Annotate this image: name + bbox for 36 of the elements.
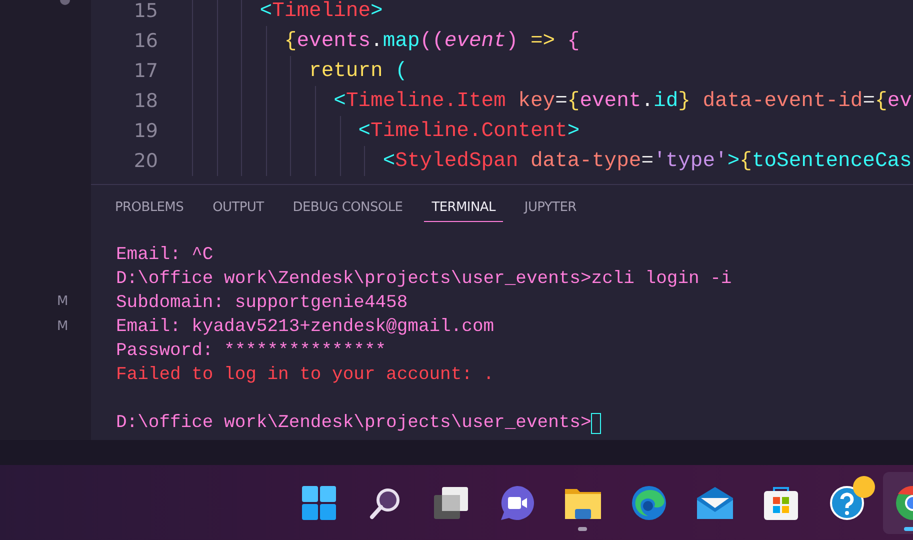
- line-number: 15: [132, 0, 158, 22]
- line-number: 16: [132, 30, 158, 52]
- code-line: <Timeline>: [258, 0, 383, 22]
- terminal-line: D:\office work\Zendesk\projects\user_events>: [116, 412, 592, 435]
- line-number: 17: [132, 60, 158, 82]
- notification-badge: [853, 476, 875, 498]
- cursor-icon: [591, 412, 602, 434]
- line-number: 18: [132, 90, 158, 112]
- windows-logo-icon: [301, 484, 337, 520]
- terminal-line: Failed to log in to your account: .: [116, 364, 494, 387]
- browser-wave-icon: [631, 484, 667, 520]
- panel-tab[interactable]: DEBUG CONSOLE: [284, 194, 411, 222]
- git-modified-marker: M: [57, 293, 68, 311]
- line-number: 19: [132, 120, 158, 142]
- terminal-line: Subdomain: supportgenie4458: [116, 292, 408, 315]
- panel-tab[interactable]: PROBLEMS: [107, 194, 192, 222]
- code-line: <StyledSpan data-type='type'>{toSentenceCas: [382, 150, 912, 172]
- code-line: <Timeline.Content>: [357, 120, 580, 142]
- panel-tab[interactable]: JUPYTER: [516, 194, 584, 222]
- code-line: <Timeline.Item key={event.id} data-event-id={ev: [332, 90, 912, 112]
- shopping-bag-icon: [763, 484, 799, 520]
- terminal-line: Email: ^C: [116, 244, 214, 267]
- running-indicator: [578, 526, 587, 530]
- panel-tab[interactable]: OUTPUT: [204, 194, 272, 222]
- terminal-line: Email: kyadav5213+zendesk@gmail.com: [116, 316, 494, 339]
- code-line: return (: [308, 60, 408, 82]
- panel-tab[interactable]: TERMINAL: [424, 194, 504, 222]
- task-view-icon: [433, 486, 469, 520]
- terminal-line: D:\office work\Zendesk\projects\user_events>zcli login -i: [116, 268, 732, 291]
- mail-icon: [696, 486, 734, 520]
- search-icon: [368, 486, 402, 520]
- terminal-line: Password: ***************: [116, 340, 386, 363]
- code-line: {events.map((event) => {: [283, 30, 580, 52]
- video-chat-icon: [499, 484, 535, 520]
- line-number: 20: [132, 150, 158, 172]
- git-modified-marker: M: [57, 318, 68, 336]
